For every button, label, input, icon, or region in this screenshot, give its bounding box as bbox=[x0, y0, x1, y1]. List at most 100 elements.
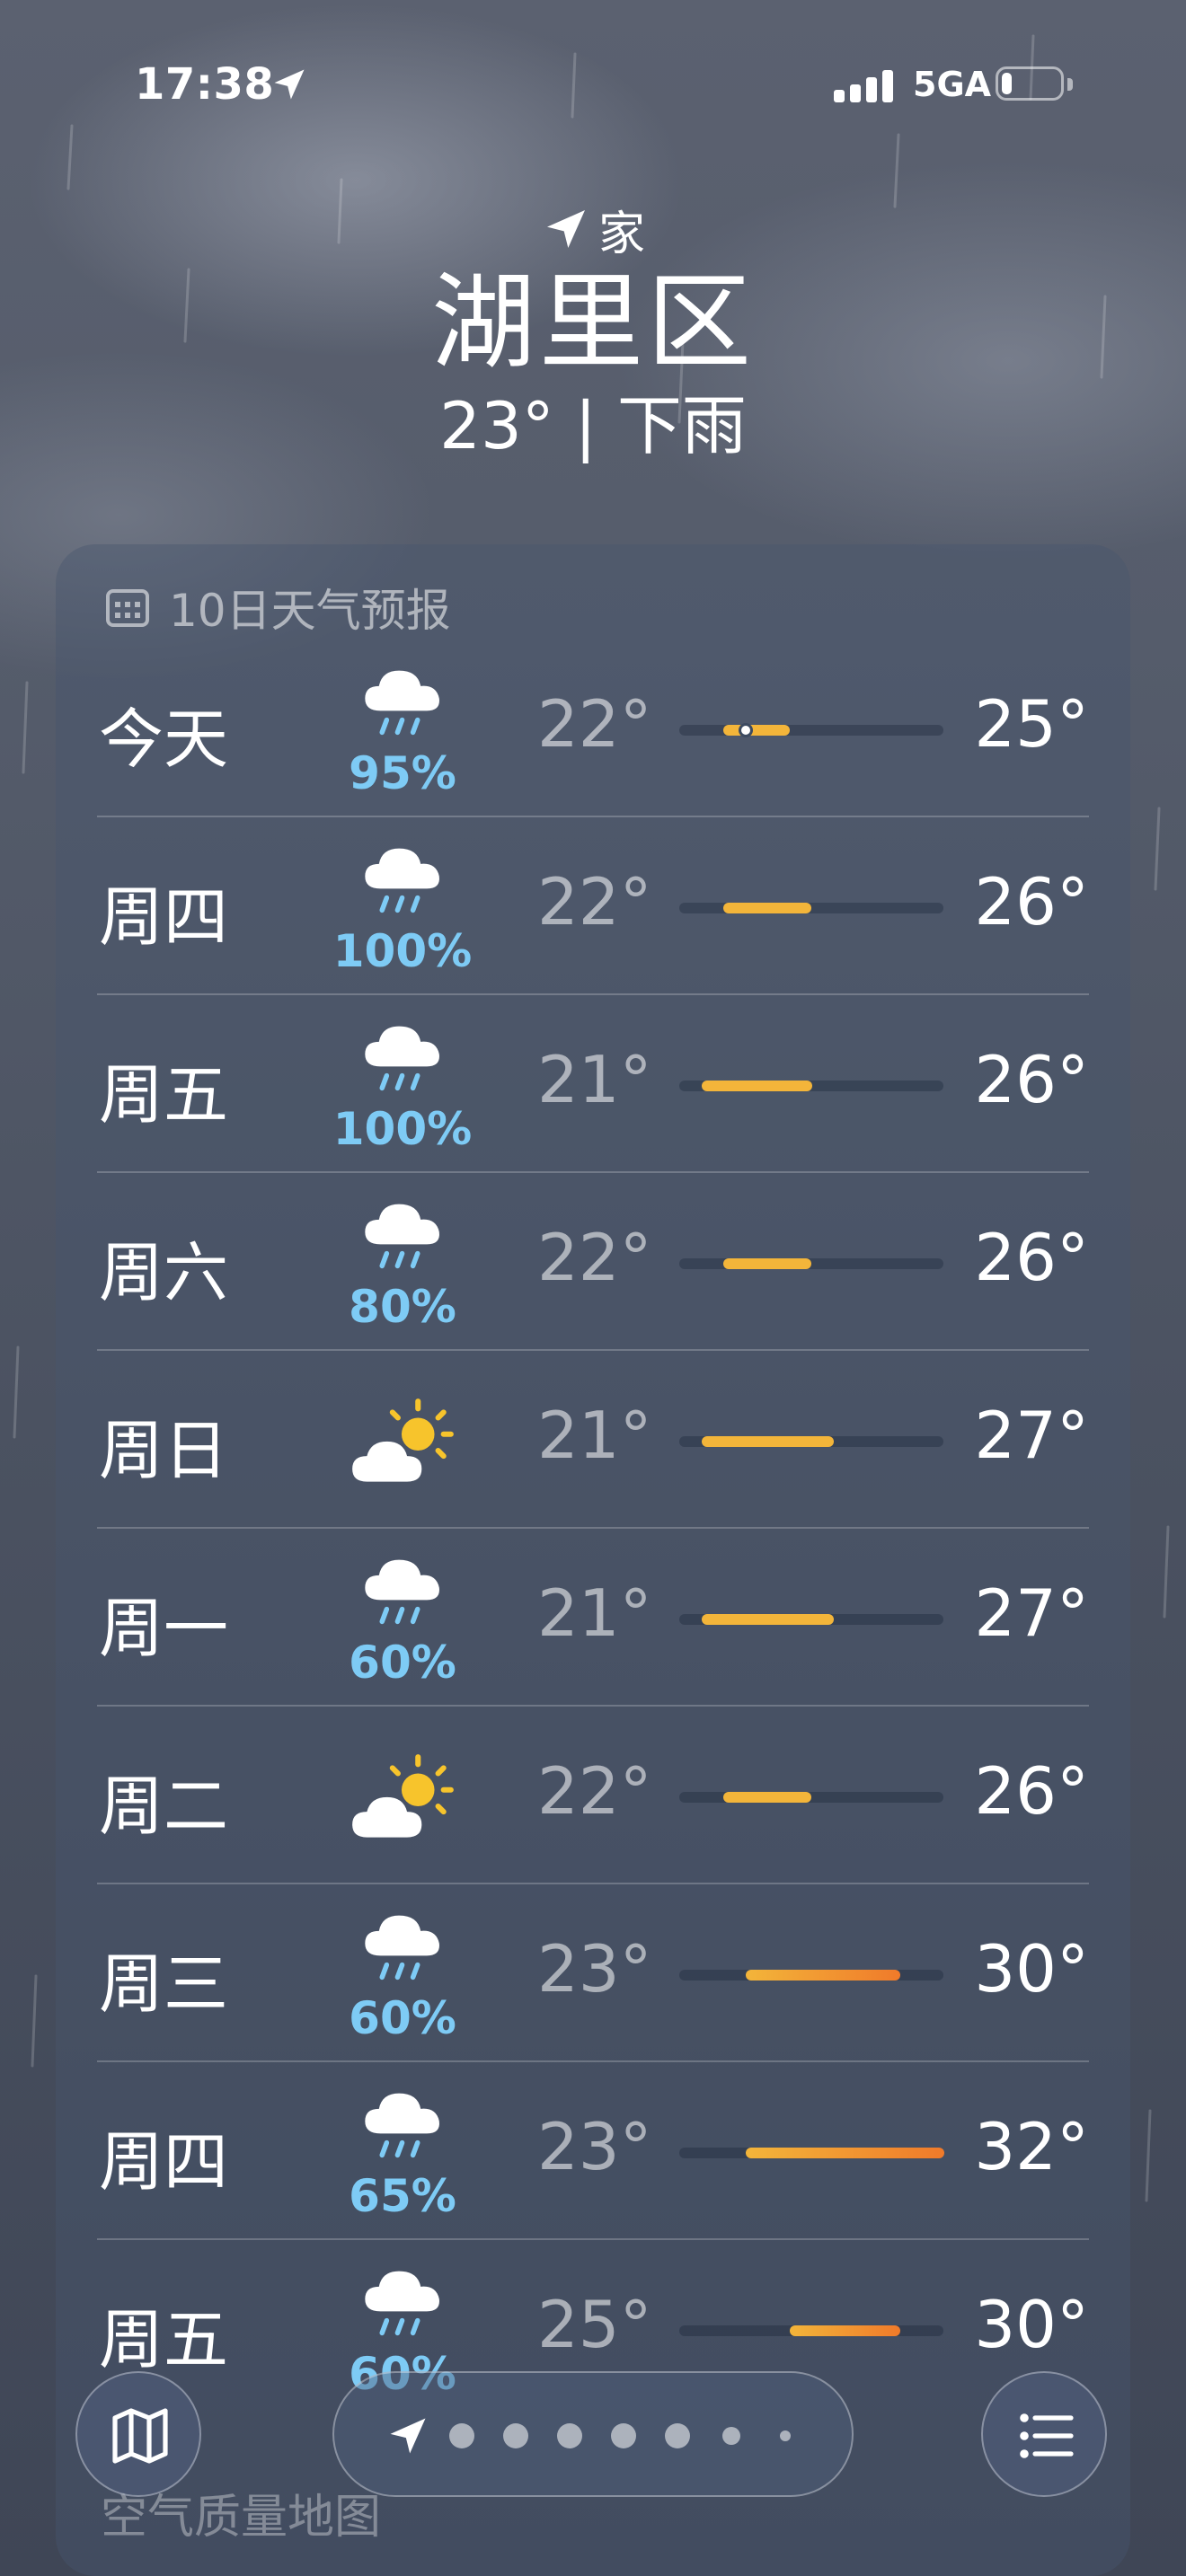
day-label: 周二 bbox=[99, 1769, 229, 1844]
weather-condition bbox=[323, 1363, 467, 1507]
forecast-row[interactable]: 周三 60% 23° 30° bbox=[56, 1884, 1130, 2062]
temperature-range-fill bbox=[723, 903, 811, 913]
rain-cloud-icon bbox=[365, 2093, 439, 2158]
low-temp: 22° bbox=[537, 686, 652, 762]
location-pager[interactable] bbox=[332, 2371, 854, 2497]
temperature-range-bar bbox=[679, 723, 943, 737]
precipitation-chance: 95% bbox=[349, 747, 456, 799]
precipitation-chance: 65% bbox=[349, 2170, 456, 2222]
temperature-range-fill bbox=[746, 1970, 900, 1981]
page-dot[interactable] bbox=[611, 2423, 636, 2448]
battery-icon bbox=[996, 66, 1075, 102]
forecast-row[interactable]: 周六 80% 22° 26° bbox=[56, 1173, 1130, 1351]
high-temp: 26° bbox=[974, 1220, 1089, 1295]
weather-condition: 80% bbox=[323, 1186, 467, 1333]
rain-cloud-icon bbox=[365, 1204, 439, 1269]
low-temp: 25° bbox=[537, 2287, 652, 2362]
low-temp: 22° bbox=[537, 864, 652, 940]
temperature-range-fill bbox=[723, 725, 790, 736]
forecast-row[interactable]: 周四 65% 23° 32° bbox=[56, 2062, 1130, 2240]
high-temp: 32° bbox=[974, 2109, 1089, 2184]
temperature-range-bar bbox=[679, 1258, 943, 1269]
temperature-range-fill bbox=[723, 1258, 811, 1269]
temperature-range-bar bbox=[679, 903, 943, 913]
high-temp: 26° bbox=[974, 1753, 1089, 1829]
day-label: 周日 bbox=[99, 1413, 229, 1488]
day-label: 周五 bbox=[99, 2302, 229, 2378]
precipitation-chance: 100% bbox=[332, 925, 473, 977]
weather-condition: 60% bbox=[323, 1897, 467, 2044]
low-temp: 21° bbox=[537, 1575, 652, 1651]
temperature-range-fill bbox=[723, 1792, 811, 1803]
forecast-row[interactable]: 周二 22° 26° bbox=[56, 1707, 1130, 1884]
temperature-range-bar bbox=[679, 2325, 943, 2336]
page-dot[interactable] bbox=[449, 2423, 474, 2448]
temperature-range-fill bbox=[702, 1614, 834, 1625]
weather-condition bbox=[323, 1719, 467, 1863]
page-dot[interactable] bbox=[557, 2423, 582, 2448]
current-location-icon bbox=[390, 2418, 426, 2454]
current-temp-marker bbox=[739, 723, 753, 737]
high-temp: 30° bbox=[974, 2287, 1089, 2362]
page-dot[interactable] bbox=[780, 2430, 791, 2441]
precipitation-chance: 60% bbox=[349, 1636, 456, 1689]
weather-condition: 65% bbox=[323, 2075, 467, 2222]
map-button[interactable] bbox=[75, 2371, 201, 2497]
network-type: 5GA bbox=[913, 65, 992, 104]
day-label: 周五 bbox=[99, 1057, 229, 1133]
day-label: 周六 bbox=[99, 1235, 229, 1310]
city-name: 湖里区 bbox=[431, 262, 755, 384]
rain-cloud-icon bbox=[365, 848, 439, 913]
weather-condition: 100% bbox=[323, 830, 472, 977]
high-temp: 30° bbox=[974, 1931, 1089, 2007]
temperature-range-bar bbox=[679, 2148, 944, 2158]
temperature-range-bar bbox=[679, 1792, 943, 1803]
map-icon bbox=[112, 2408, 168, 2464]
rain-cloud-icon bbox=[365, 1026, 439, 1091]
temperature-range-bar bbox=[679, 1614, 943, 1625]
low-temp: 22° bbox=[537, 1220, 652, 1295]
precipitation-chance: 60% bbox=[349, 1992, 456, 2044]
weather-condition: 95% bbox=[323, 652, 467, 799]
low-temp: 21° bbox=[537, 1042, 652, 1117]
temperature-range-fill bbox=[702, 1081, 812, 1091]
day-label: 周四 bbox=[99, 879, 229, 955]
low-temp: 21° bbox=[537, 1398, 652, 1473]
temperature-range-bar bbox=[679, 1436, 943, 1447]
high-temp: 26° bbox=[974, 1042, 1089, 1117]
temperature-range-bar bbox=[679, 1970, 943, 1981]
forecast-row[interactable]: 周一 60% 21° 27° bbox=[56, 1529, 1130, 1707]
forecast-row[interactable]: 周四 100% 22° 26° bbox=[56, 817, 1130, 995]
forecast-row[interactable]: 今天 95% 22° 25° bbox=[56, 640, 1130, 817]
temperature-range-fill bbox=[790, 2325, 900, 2336]
low-temp: 22° bbox=[537, 1753, 652, 1829]
day-label: 周四 bbox=[99, 2124, 229, 2200]
page-dot[interactable] bbox=[722, 2427, 740, 2445]
temperature-range-fill bbox=[746, 2148, 944, 2158]
partly-sunny-icon bbox=[352, 1398, 454, 1482]
page-dot[interactable] bbox=[503, 2423, 528, 2448]
status-bar: 17:38 5GA bbox=[0, 54, 1186, 117]
card-header: 10日天气预报 bbox=[102, 571, 451, 643]
card-title: 10日天气预报 bbox=[169, 585, 451, 637]
clock: 17:38 bbox=[135, 59, 275, 110]
rain-cloud-icon bbox=[365, 1559, 439, 1625]
low-temp: 23° bbox=[537, 2109, 652, 2184]
ten-day-forecast-card[interactable]: 10日天气预报 今天 95% 22° 25° 周四 100% 22° 26° 周… bbox=[56, 544, 1130, 2576]
forecast-row[interactable]: 周五 100% 21° 26° bbox=[56, 995, 1130, 1173]
high-temp: 26° bbox=[974, 864, 1089, 940]
weather-condition: 100% bbox=[323, 1008, 472, 1155]
rain-cloud-icon bbox=[365, 670, 439, 736]
cellular-signal-icon bbox=[834, 66, 897, 102]
list-icon bbox=[1020, 2413, 1074, 2458]
locations-list-button[interactable] bbox=[981, 2371, 1107, 2497]
rain-cloud-icon bbox=[365, 2271, 439, 2336]
rain-cloud-icon bbox=[365, 1915, 439, 1981]
high-temp: 27° bbox=[974, 1398, 1089, 1473]
day-label: 周三 bbox=[99, 1946, 229, 2022]
partly-sunny-icon bbox=[352, 1754, 454, 1838]
page-dot[interactable] bbox=[665, 2423, 690, 2448]
current-conditions: 23° | 下雨 bbox=[439, 388, 747, 463]
location-arrow-icon bbox=[546, 210, 585, 248]
forecast-row[interactable]: 周日 21° 27° bbox=[56, 1351, 1130, 1529]
